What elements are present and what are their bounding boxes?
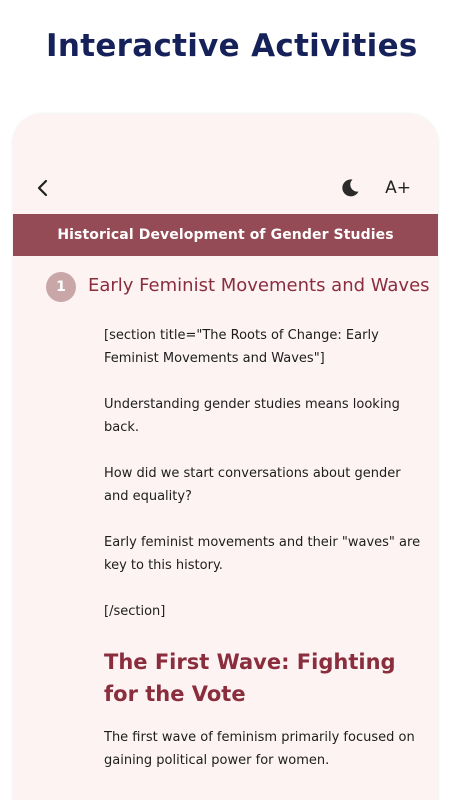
content-paragraph: [section title="The Roots of Change: Ear…: [104, 328, 379, 366]
section-title: Early Feminist Movements and Waves: [88, 275, 430, 296]
content-paragraph: Understanding gender studies means looki…: [104, 397, 400, 435]
top-toolbar: A+: [13, 172, 438, 208]
section-header: 1 Early Feminist Movements and Waves: [46, 272, 436, 302]
chapter-banner: Historical Development of Gender Studies: [13, 214, 438, 256]
content-paragraph: Early feminist movements and their "wave…: [104, 535, 421, 573]
content-paragraph: How did we start conversations about gen…: [104, 466, 401, 504]
content-paragraph: [/section]: [104, 604, 166, 619]
chevron-left-icon: [37, 179, 48, 197]
promo-title: Interactive Activities: [46, 28, 418, 64]
content-subheading: The First Wave: Fighting for the Vote: [104, 650, 396, 706]
font-size-button[interactable]: A+: [381, 174, 415, 202]
back-button[interactable]: [29, 174, 57, 202]
theme-toggle-button[interactable]: [336, 174, 364, 202]
moon-icon: [342, 179, 359, 197]
chapter-title: Historical Development of Gender Studies: [57, 227, 394, 243]
section-number-badge: 1: [46, 272, 76, 302]
content-paragraph: The first wave of feminism primarily foc…: [104, 730, 415, 768]
reader-screen: A+ Historical Development of Gender Stud…: [13, 114, 438, 800]
lesson-content: [section title="The Roots of Change: Ear…: [104, 324, 424, 795]
